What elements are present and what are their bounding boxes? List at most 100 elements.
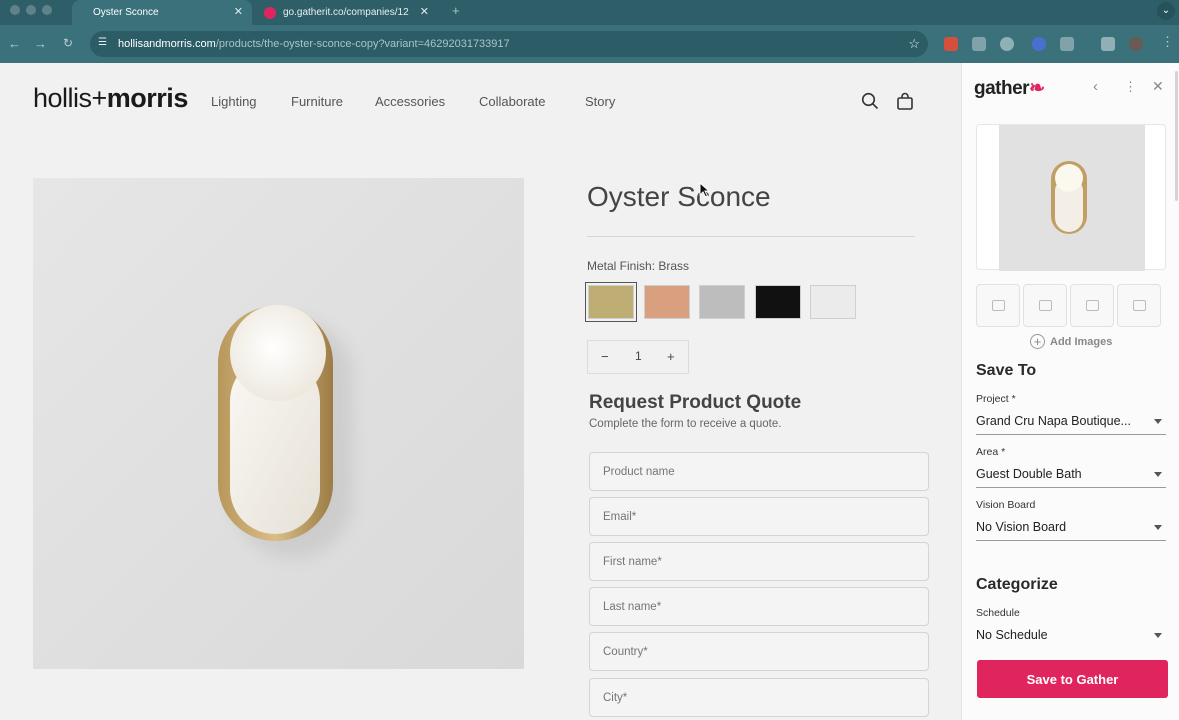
address-bar[interactable]: ☰ hollisandmorris.com/products/the-oyste… (90, 31, 928, 57)
vision-board-label: Vision Board (976, 499, 1036, 511)
tab-search-button[interactable]: ⌄ (1157, 2, 1175, 20)
area-label: Area * (976, 446, 1006, 458)
title-divider (587, 236, 915, 237)
dropdown-caret-icon (1154, 633, 1162, 638)
preview-background (999, 125, 1145, 271)
site-settings-icon[interactable]: ☰ (98, 37, 107, 48)
project-label: Project * (976, 393, 1016, 405)
gather-extension-icon[interactable] (944, 37, 958, 51)
add-images-button[interactable]: + Add Images (1030, 334, 1112, 349)
panel-close-icon[interactable]: ✕ (1152, 78, 1164, 95)
gather-bird-icon: ❧ (1029, 78, 1045, 99)
categorize-heading: Categorize (976, 576, 1058, 593)
window-close-dot[interactable] (10, 5, 20, 15)
browser-tab-strip: Oyster Sconce ✕ go.gatherit.co/companies… (0, 0, 1179, 25)
swatch-white[interactable] (810, 285, 856, 319)
captured-image-preview[interactable] (976, 124, 1166, 271)
project-select[interactable]: Grand Cru Napa Boutique... (976, 413, 1166, 435)
area-select[interactable]: Guest Double Bath (976, 466, 1166, 488)
swatch-nickel[interactable] (699, 285, 745, 319)
search-icon[interactable] (861, 92, 879, 110)
quote-subtitle: Complete the form to receive a quote. (589, 418, 782, 430)
city-field[interactable] (589, 678, 929, 717)
image-slot-2[interactable] (1023, 284, 1067, 327)
schedule-value: No Schedule (976, 628, 1048, 642)
image-slot-4[interactable] (1117, 284, 1161, 327)
store-logo[interactable]: hollis+morris (33, 83, 188, 114)
panel-scrollbar[interactable] (1175, 71, 1178, 201)
metal-finish-label: Metal Finish: Brass (587, 259, 690, 273)
product-image[interactable] (33, 178, 524, 669)
window-zoom-dot[interactable] (42, 5, 52, 15)
product-name-field[interactable] (589, 452, 929, 491)
nav-lighting[interactable]: Lighting (211, 94, 257, 109)
store-page: hollis+morris Lighting Furniture Accesso… (0, 63, 961, 720)
quantity-stepper: − 1 + (587, 340, 689, 374)
quantity-decrease-button[interactable]: − (601, 349, 609, 364)
schedule-select[interactable]: No Schedule (976, 627, 1166, 649)
save-to-gather-button[interactable]: Save to Gather (977, 660, 1168, 698)
swatch-black[interactable] (755, 285, 801, 319)
country-field[interactable] (589, 632, 929, 671)
gather-logo-text: gather (974, 78, 1030, 99)
tab-title: go.gatherit.co/companies/12 (283, 7, 409, 18)
project-value: Grand Cru Napa Boutique... (976, 414, 1131, 428)
image-placeholder-icon (1039, 300, 1052, 311)
product-title: Oyster Sconce (587, 181, 771, 212)
dropdown-caret-icon (1154, 472, 1162, 477)
play-extension-icon[interactable] (972, 37, 986, 51)
screen: Oyster Sconce ✕ go.gatherit.co/companies… (0, 0, 1179, 720)
image-placeholder-icon (1086, 300, 1099, 311)
email-field[interactable] (589, 497, 929, 536)
first-name-field[interactable] (589, 542, 929, 581)
cart-bag-icon[interactable] (896, 92, 914, 110)
downloads-icon[interactable] (1101, 37, 1115, 51)
dropdown-caret-icon (1154, 525, 1162, 530)
profile-avatar[interactable] (1129, 37, 1143, 51)
nav-story[interactable]: Story (585, 94, 615, 109)
image-placeholder-icon (992, 300, 1005, 311)
nav-accessories[interactable]: Accessories (375, 94, 445, 109)
gather-favicon-icon (264, 6, 276, 19)
extensions-puzzle-icon[interactable] (1060, 37, 1074, 51)
dropdown-caret-icon (1154, 419, 1162, 424)
vision-board-value: No Vision Board (976, 520, 1067, 534)
recorder-extension-icon[interactable] (1032, 37, 1046, 51)
panel-back-icon[interactable]: ‹ (1093, 78, 1098, 95)
sconce-thumbnail (1051, 161, 1087, 234)
swatch-brass[interactable] (585, 282, 637, 322)
gather-logo: gather❧ (974, 77, 1045, 100)
browser-tab-gather[interactable]: go.gatherit.co/companies/12 ✕ (254, 0, 438, 25)
schedule-label: Schedule (976, 607, 1020, 619)
last-name-field[interactable] (589, 587, 929, 626)
vision-board-select[interactable]: No Vision Board (976, 519, 1166, 541)
nav-furniture[interactable]: Furniture (291, 94, 343, 109)
add-images-label: Add Images (1050, 335, 1113, 348)
add-circle-icon: + (1030, 334, 1045, 349)
new-tab-button[interactable]: + (452, 3, 460, 18)
panel-more-icon[interactable]: ⋮ (1124, 79, 1137, 95)
swatch-copper[interactable] (644, 285, 690, 319)
mouse-cursor-icon (699, 182, 711, 198)
nav-collaborate[interactable]: Collaborate (479, 94, 546, 109)
url-domain: hollisandmorris.com (118, 38, 216, 50)
quote-heading: Request Product Quote (589, 392, 802, 413)
g-extension-icon[interactable] (1000, 37, 1014, 51)
browser-tab-oyster-sconce[interactable]: Oyster Sconce ✕ (72, 0, 252, 25)
window-minimize-dot[interactable] (26, 5, 36, 15)
area-value: Guest Double Bath (976, 467, 1082, 481)
gather-side-panel: gather❧ ‹ ⋮ ✕ + Add Images Save To Proje… (961, 63, 1179, 720)
forward-arrow-icon[interactable]: → (34, 36, 47, 51)
close-tab-icon[interactable]: ✕ (420, 5, 429, 18)
image-slot-3[interactable] (1070, 284, 1114, 327)
quantity-value[interactable]: 1 (635, 349, 642, 363)
image-slot-1[interactable] (976, 284, 1020, 327)
back-arrow-icon[interactable]: ← (8, 36, 21, 51)
close-tab-icon[interactable]: ✕ (234, 5, 243, 18)
logo-light-text: hollis+ (33, 83, 107, 113)
tab-title: Oyster Sconce (93, 7, 159, 18)
reload-icon[interactable]: ↻ (63, 36, 73, 50)
quantity-increase-button[interactable]: + (667, 349, 675, 364)
browser-menu-icon[interactable]: ⋮ (1161, 34, 1174, 50)
bookmark-star-icon[interactable]: ☆ (908, 36, 920, 52)
